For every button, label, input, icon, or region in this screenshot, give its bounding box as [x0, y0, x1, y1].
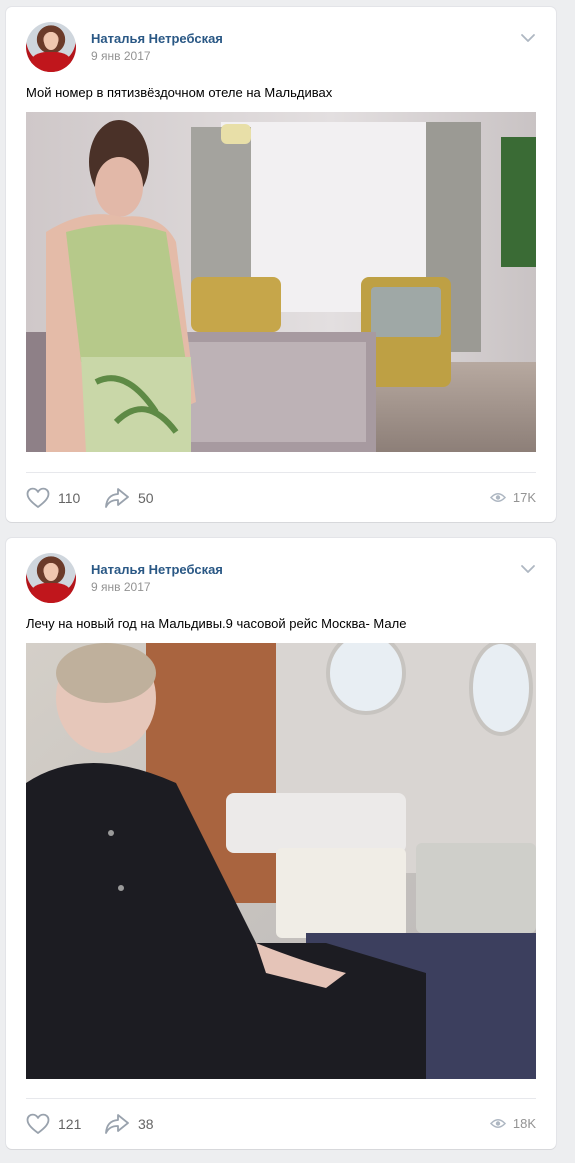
hotel-room-photo	[26, 112, 536, 452]
like-button[interactable]: 121	[26, 1113, 81, 1135]
post-text: Лечу на новый год на Мальдивы.9 часовой …	[26, 616, 407, 631]
post-date[interactable]: 9 янв 2017	[91, 49, 151, 63]
share-count: 38	[138, 1116, 154, 1132]
share-count: 50	[138, 490, 154, 506]
post-text: Мой номер в пятизвёздочном отеле на Маль…	[26, 85, 333, 100]
like-count: 110	[58, 490, 81, 506]
views-counter: 17K	[489, 490, 536, 505]
avatar-shirt	[31, 52, 71, 72]
avatar-face	[44, 563, 58, 581]
avatar-face	[44, 32, 58, 50]
share-button[interactable]: 50	[104, 487, 154, 509]
post-photo[interactable]	[26, 112, 536, 452]
post-card: Наталья Нетребская 9 янв 2017 Мой номер …	[6, 7, 556, 522]
divider	[26, 472, 536, 473]
like-count: 121	[58, 1116, 82, 1132]
avatar-shirt	[31, 583, 71, 603]
eye-icon	[489, 493, 506, 502]
chevron-down-icon[interactable]	[520, 564, 536, 574]
post-date[interactable]: 9 янв 2017	[91, 580, 151, 594]
heart-icon	[26, 487, 50, 508]
post-card: Наталья Нетребская 9 янв 2017 Лечу на но…	[6, 538, 556, 1149]
avatar[interactable]	[26, 22, 76, 72]
share-arrow-icon	[105, 488, 129, 508]
chevron-down-icon[interactable]	[520, 33, 536, 43]
post-author-link[interactable]: Наталья Нетребская	[91, 31, 223, 46]
airplane-cabin-photo	[26, 643, 536, 1079]
share-button[interactable]: 38	[104, 1113, 154, 1135]
views-counter: 18K	[489, 1116, 536, 1131]
post-author-link[interactable]: Наталья Нетребская	[91, 562, 223, 577]
divider	[26, 1098, 536, 1099]
like-button[interactable]: 110	[26, 487, 80, 509]
avatar[interactable]	[26, 553, 76, 603]
views-count: 17K	[512, 490, 536, 505]
views-count: 18K	[512, 1116, 536, 1131]
eye-icon	[489, 1119, 506, 1128]
heart-icon	[26, 1113, 50, 1134]
share-arrow-icon	[105, 1114, 129, 1134]
post-photo[interactable]	[26, 643, 536, 1079]
